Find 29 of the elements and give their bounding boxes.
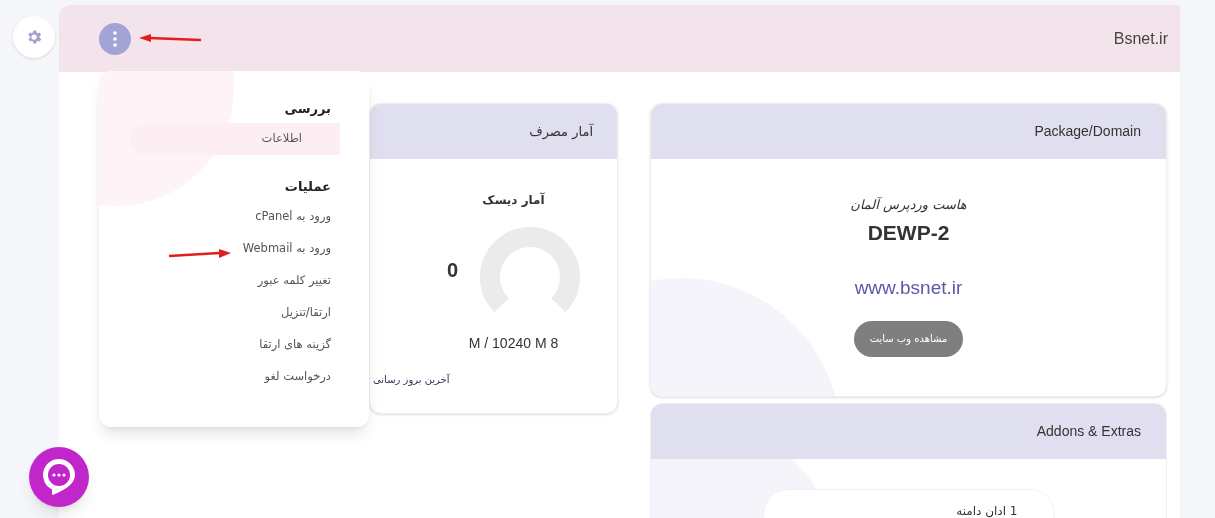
view-website-button[interactable]: مشاهده وب سایت	[853, 320, 964, 357]
menu-item[interactable]: تغییر کلمه عبور	[245, 265, 369, 297]
product-name: هاست وردپرس آلمان	[850, 196, 967, 215]
menu-heading: عملیات	[284, 178, 332, 196]
chat-bubble-icon	[41, 457, 77, 497]
domain-link[interactable]: www.bsnet.ir	[854, 274, 963, 303]
last-update-link[interactable]: آخرین بروز رسانی	[373, 374, 450, 385]
menu-item[interactable]: اطلاعات	[130, 123, 340, 155]
menu-item[interactable]: گزینه های ارتقا	[247, 329, 369, 361]
site-title: Bsnet.ir	[1113, 28, 1168, 49]
menu-item[interactable]: درخواست لغو	[252, 361, 369, 393]
settings-button[interactable]	[13, 16, 55, 58]
annotation-arrow	[167, 249, 231, 259]
card-title: Addons & Extras	[1036, 422, 1141, 441]
disk-value: 0	[446, 258, 459, 283]
card-title: Package/Domain	[1034, 122, 1141, 141]
disk-usage: M / 10240 M 8	[468, 334, 559, 353]
menu-heading: بررسی	[284, 100, 332, 118]
chat-button[interactable]	[29, 447, 89, 507]
card-title: آمار مصرف	[529, 122, 593, 142]
plan-name: DEWP-2	[867, 219, 950, 246]
annotation-arrow	[139, 33, 203, 44]
addon-item: 1 ادان دامنه	[762, 489, 1055, 518]
menu-item[interactable]: ورود به Webmail	[230, 233, 369, 265]
kebab-menu-icon	[113, 30, 117, 47]
menu-item[interactable]: ورود به cPanel	[243, 201, 369, 233]
menu-item[interactable]: ارتقا/تنزیل	[268, 297, 369, 329]
disk-stats-title: آمار دیسک	[482, 191, 545, 209]
more-button[interactable]	[99, 22, 131, 55]
